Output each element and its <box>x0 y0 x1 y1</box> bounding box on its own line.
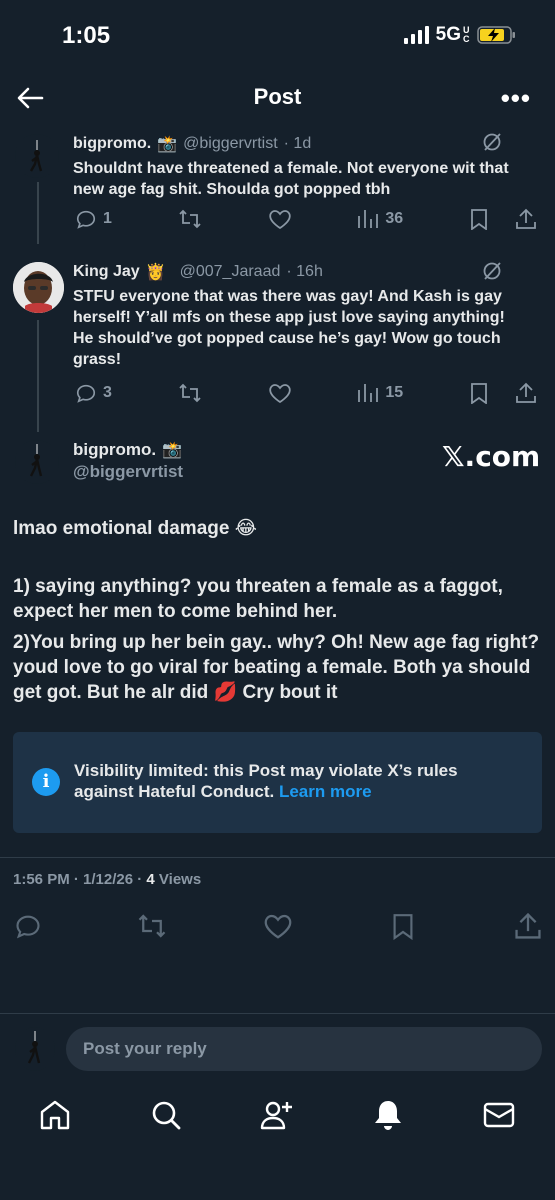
notice-message: Visibility limited: this Post may violat… <box>74 761 458 801</box>
views-button[interactable]: 36 <box>357 208 403 230</box>
avatar[interactable] <box>15 440 59 484</box>
people-icon[interactable] <box>260 1098 294 1132</box>
post-text-line: 1) saying anything? you threaten a femal… <box>13 576 503 622</box>
reply-placeholder: Post your reply <box>83 1039 207 1058</box>
bookmark-icon[interactable] <box>469 208 489 230</box>
post-age: · 1d <box>283 135 312 152</box>
repost-icon[interactable] <box>178 208 202 230</box>
reply-header: King Jay 👸 @007_Jaraad · 16h <box>73 262 323 282</box>
name-emoji: 👸 <box>145 264 166 281</box>
name-emoji: 📸 <box>162 442 183 459</box>
info-icon: i <box>32 768 60 796</box>
display-name[interactable]: bigpromo. <box>73 440 156 460</box>
reply-button[interactable]: 1 <box>75 208 112 230</box>
x-watermark: 𝕏.com <box>442 440 541 473</box>
timestamp[interactable]: 1:56 PM · 1/12/26 · <box>13 871 146 888</box>
author-name-row: bigpromo. 📸 <box>73 440 182 460</box>
bookmark-icon[interactable] <box>469 382 489 404</box>
status-icons: 5G UC <box>403 24 517 46</box>
views-label: Views <box>158 871 202 888</box>
reply-text: Shouldnt have threatened a female. Not e… <box>73 160 509 198</box>
handle[interactable]: @007_Jaraad <box>180 263 281 281</box>
bookmark-icon[interactable] <box>391 912 415 940</box>
mail-icon[interactable] <box>482 1098 516 1132</box>
avatar[interactable] <box>13 262 64 313</box>
thread-line <box>37 182 39 244</box>
reply-icon <box>76 384 96 403</box>
divider <box>0 1013 555 1014</box>
repost-icon[interactable] <box>137 912 167 940</box>
home-icon[interactable] <box>38 1098 72 1132</box>
grok-icon[interactable] <box>482 261 502 281</box>
divider <box>0 857 555 858</box>
status-time: 1:05 <box>62 22 111 49</box>
reply-actions: 3 15 <box>75 382 537 404</box>
post-actions <box>0 908 555 948</box>
post-age: · 16h <box>286 263 323 280</box>
like-icon[interactable] <box>268 208 292 230</box>
handle[interactable]: @biggervrtist <box>73 462 183 482</box>
uc-label: UC <box>463 25 470 44</box>
search-icon[interactable] <box>149 1098 183 1132</box>
views-count: 36 <box>385 210 404 227</box>
avatar[interactable] <box>15 134 59 178</box>
post-meta: 1:56 PM · 1/12/26 · 4 Views <box>13 871 201 888</box>
share-icon[interactable] <box>515 208 537 230</box>
post-text-line: lmao emotional damage 😂 <box>13 518 257 539</box>
more-icon[interactable]: ••• <box>501 85 531 111</box>
bottom-nav <box>0 1092 555 1142</box>
battery-icon <box>477 26 515 44</box>
visibility-notice: i Visibility limited: this Post may viol… <box>13 732 542 833</box>
page-title: Post <box>253 84 302 109</box>
reply-header: bigpromo. 📸 @biggervrtist · 1d <box>73 134 311 154</box>
like-icon[interactable] <box>268 382 292 404</box>
views-icon <box>358 384 379 402</box>
views-button[interactable]: 15 <box>357 382 403 404</box>
name-emoji: 📸 <box>157 136 178 153</box>
views-icon <box>358 210 379 228</box>
reply-actions: 1 36 <box>75 208 537 230</box>
repost-icon[interactable] <box>178 382 202 404</box>
learn-more-link[interactable]: Learn more <box>279 782 372 801</box>
post-text-line: 2)You bring up her bein gay.. why? Oh! N… <box>13 632 540 703</box>
reply-icon <box>76 210 96 229</box>
signal-icon <box>403 26 429 44</box>
bell-icon[interactable] <box>371 1098 405 1132</box>
network-type: 5G <box>435 24 461 45</box>
reply-input[interactable]: Post your reply <box>66 1027 542 1071</box>
share-icon[interactable] <box>515 382 537 404</box>
notice-text: Visibility limited: this Post may violat… <box>74 760 514 802</box>
grok-icon[interactable] <box>482 132 502 152</box>
display-name[interactable]: King Jay <box>73 263 140 281</box>
handle[interactable]: @biggervrtist <box>183 135 278 153</box>
display-name[interactable]: bigpromo. <box>73 135 151 153</box>
views-count: 15 <box>385 384 404 401</box>
views-count: 4 <box>146 871 155 888</box>
thread-line <box>37 320 39 432</box>
reply-button[interactable]: 3 <box>75 382 112 404</box>
reply-count: 1 <box>103 210 112 227</box>
like-icon[interactable] <box>263 912 293 940</box>
reply-text: STFU everyone that was there was gay! An… <box>73 288 505 368</box>
avatar[interactable] <box>15 1027 55 1071</box>
reply-count: 3 <box>103 384 112 401</box>
reply-icon[interactable] <box>14 912 42 940</box>
share-icon[interactable] <box>514 912 542 940</box>
